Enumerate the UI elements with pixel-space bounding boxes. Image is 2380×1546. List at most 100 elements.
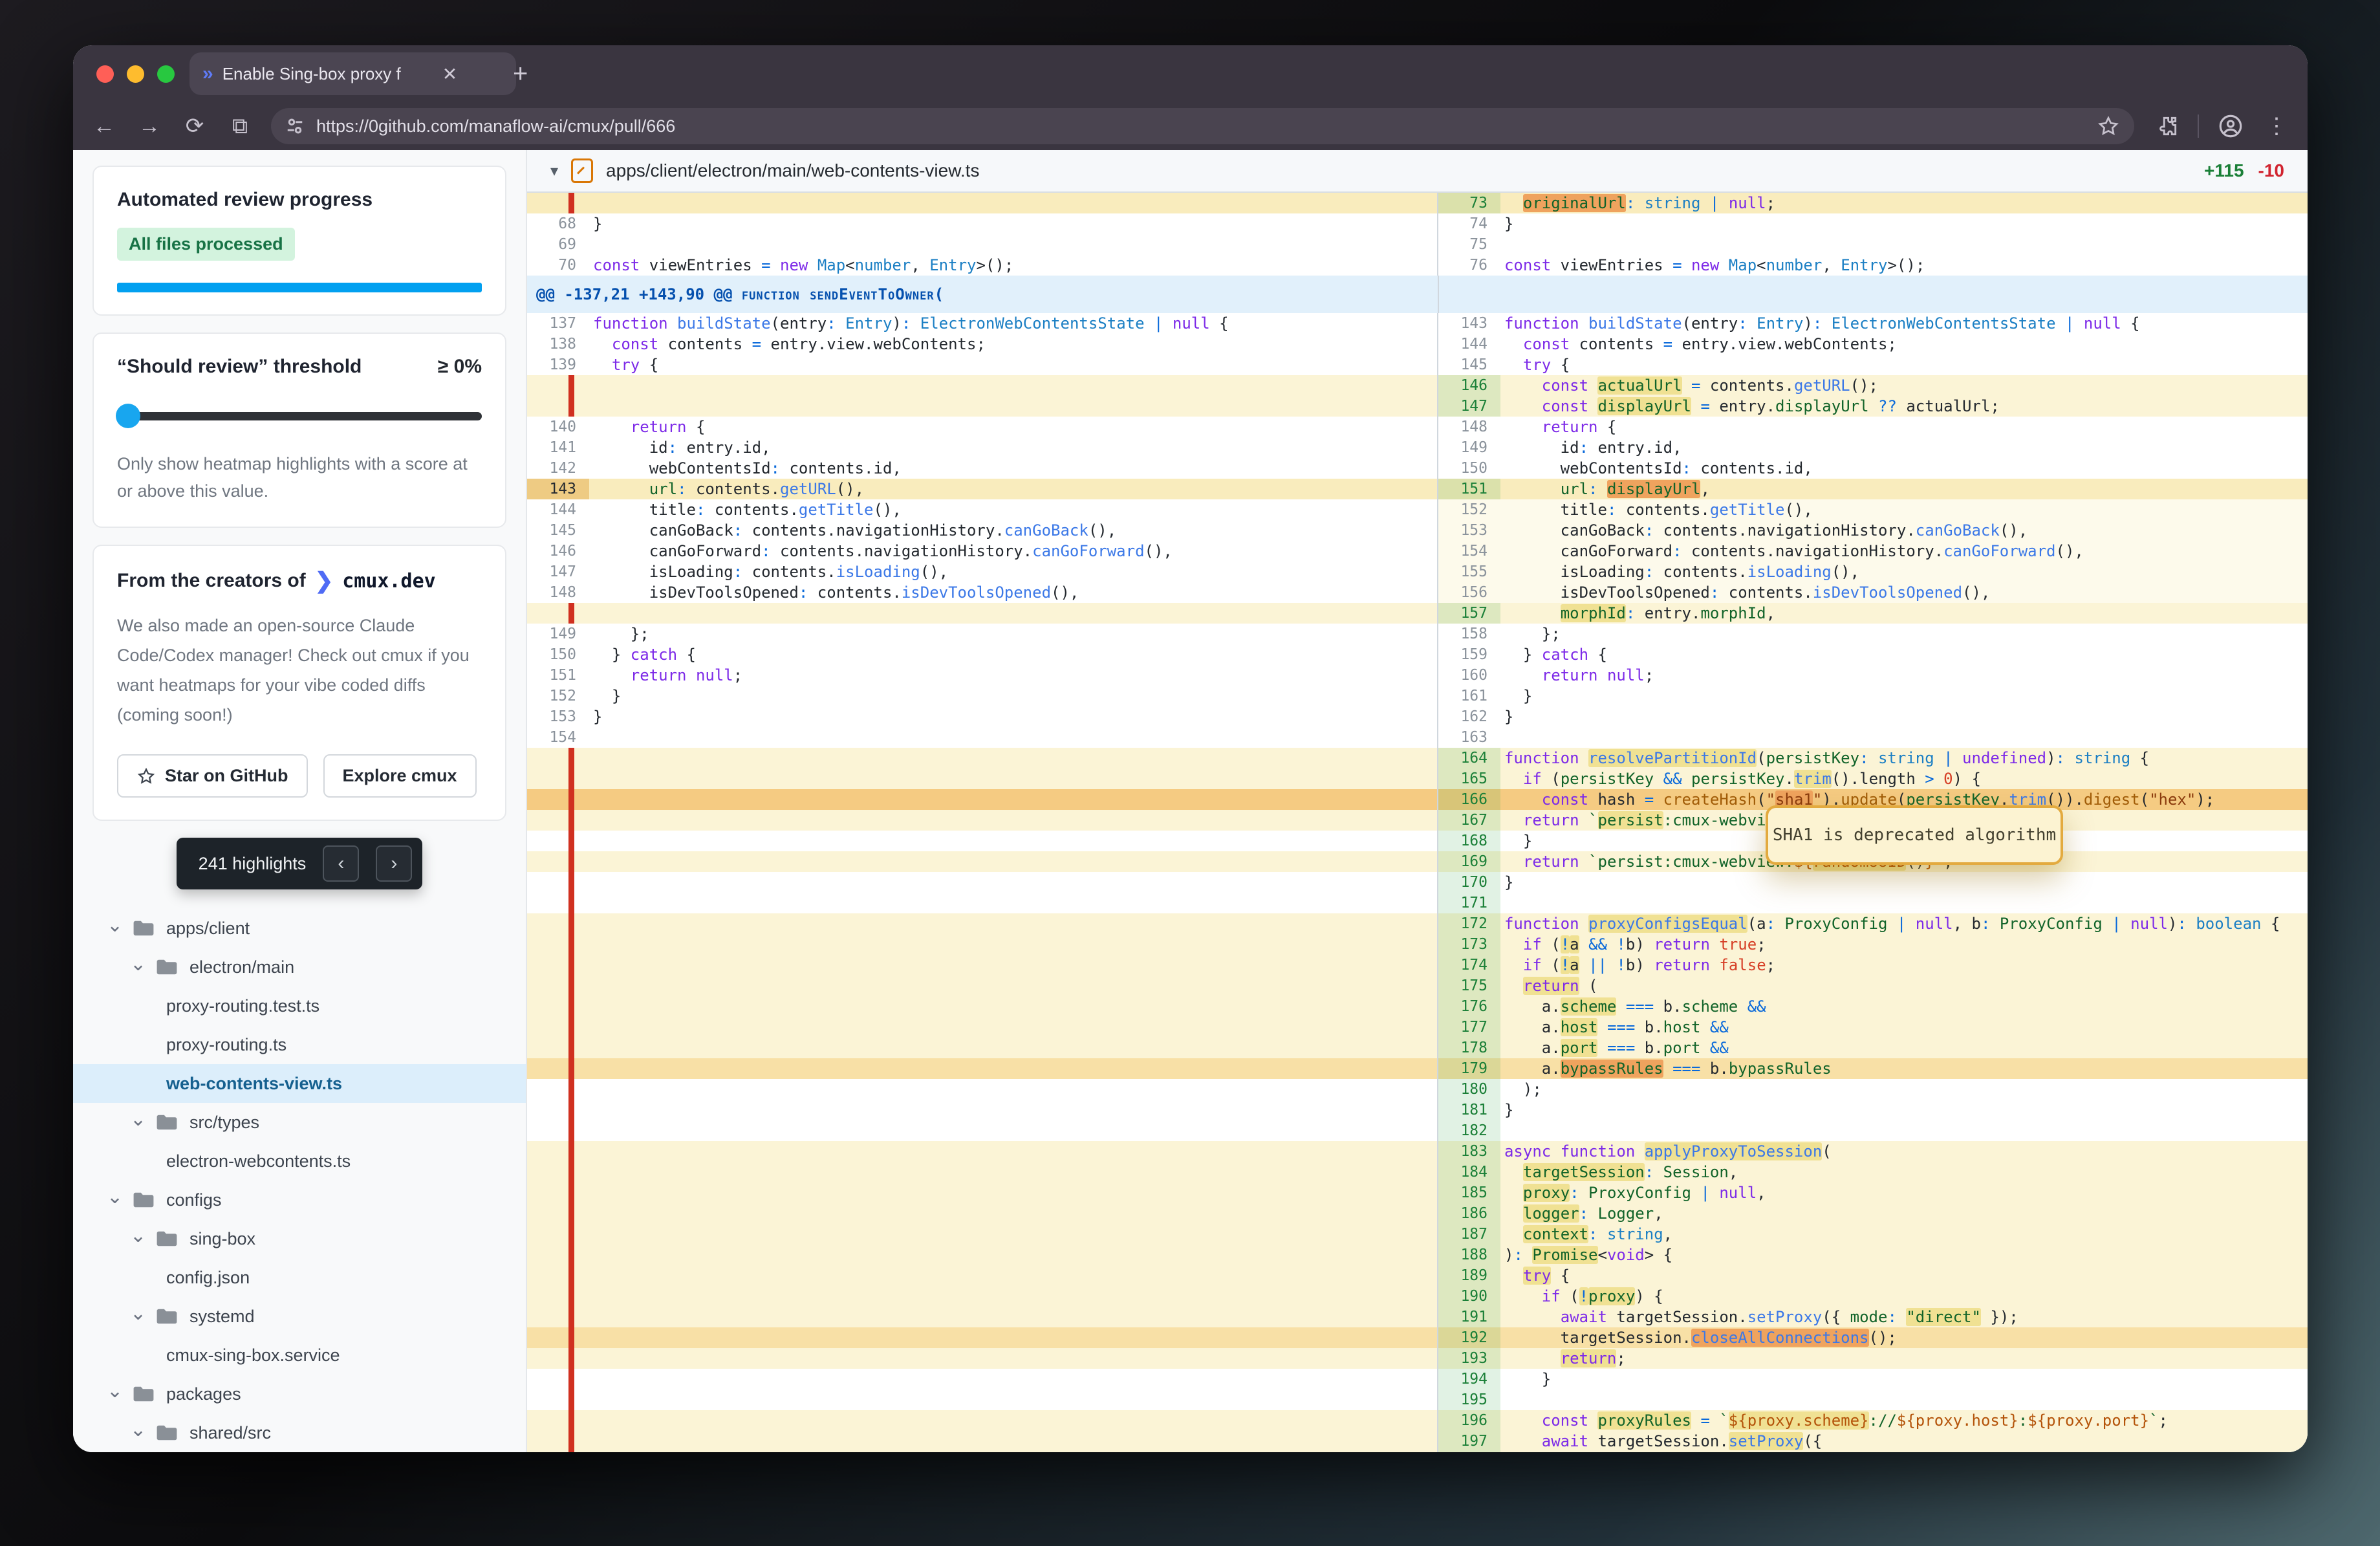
diff-row: 144 title: contents.getTitle(),152 title… [527,499,2308,520]
slider-track[interactable] [117,412,482,420]
tab-close-icon[interactable]: ✕ [442,63,457,85]
split-view-icon[interactable]: ⧉ [226,114,254,139]
slider-thumb[interactable] [116,404,140,428]
code-token: new [780,256,808,274]
chevron-down-icon[interactable]: ⌄ [130,953,146,975]
line-number: 180 [1438,1079,1500,1100]
threshold-slider[interactable] [117,404,482,428]
code-token: : [2018,1411,2028,1430]
close-window-button[interactable] [96,65,114,83]
code-token [1504,1287,1542,1305]
tree-item-web-contents-view-ts[interactable]: web-contents-view.ts [73,1064,526,1103]
deleted-region-marker [568,193,574,213]
code-token: contents. [1700,376,1794,395]
tree-item-systemd[interactable]: ⌄systemd [73,1297,526,1336]
code-token: ${proxy.port} [2028,1411,2149,1430]
diff-line-right: 159 } catch { [1437,644,2308,665]
back-icon[interactable]: ← [90,114,118,139]
tree-item-configs[interactable]: ⌄configs [73,1181,526,1219]
browser-tab[interactable]: » Enable Sing-box proxy f ✕ [189,52,516,95]
explore-cmux-button[interactable]: Explore cmux [323,754,477,798]
code-token: actualUrl [1597,376,1682,395]
code-token: return [1523,853,1579,871]
diff-row: 147 isLoading: contents.isLoading(),155 … [527,561,2308,582]
chevron-down-icon[interactable]: ⌄ [130,1302,146,1325]
code-line: const contents = entry.view.webContents; [1500,334,2308,354]
code-line: return { [589,417,1437,437]
code-token: : [1626,194,1635,212]
new-tab-button[interactable]: + [513,60,528,89]
tree-item-proxy-routing-ts[interactable]: proxy-routing.ts [73,1025,526,1064]
tree-item-label: apps/client [166,919,250,939]
code-line: return null; [1500,665,2308,686]
code-token: ! [1616,935,1625,953]
diff-body: 73 originalUrl: string | null;68}74}6975… [527,193,2308,1452]
code-line: try { [1500,1265,2308,1286]
code-token: try [612,356,640,374]
bookmark-star-icon[interactable] [2097,114,2120,138]
tree-item-cmux-sing-box-service[interactable]: cmux-sing-box.service [73,1336,526,1375]
profile-avatar-icon[interactable] [2217,113,2244,140]
code-token: < [1598,1246,1607,1264]
line-number: 169 [1438,851,1500,872]
diff-row: 170} [527,872,2308,893]
diff-line-right: 196 const proxyRules = `${proxy.scheme}:… [1437,1410,2308,1431]
diff-row: 189 try { [527,1265,2308,1286]
prev-highlight-button[interactable]: ‹ [323,845,359,882]
tree-item-src-types[interactable]: ⌄src/types [73,1103,526,1142]
address-bar[interactable]: https://0github.com/manaflow-ai/cmux/pul… [271,108,2134,144]
code-token: { [1210,314,1229,332]
code-line: const actualUrl = contents.getURL(); [1500,375,2308,396]
code-token [1691,1411,1700,1430]
code-token: ; [2159,1411,2168,1430]
tree-item-sing-box[interactable]: ⌄ sing-box [73,1219,526,1258]
code-token: : [1766,915,1775,933]
line-number: 138 [527,334,589,354]
deleted-region-marker [568,1224,574,1245]
chevron-down-icon[interactable]: ⌄ [107,1380,123,1402]
promo-brand-link[interactable]: cmux.dev [342,570,436,593]
diff-line-right: 150 webContentsId: contents.id, [1437,458,2308,479]
code-token: contents. [742,563,836,581]
deleted-region-marker [568,603,574,624]
tree-item-label: config.json [166,1268,250,1288]
collapse-chevron-icon[interactable]: ▾ [550,162,558,180]
tree-item-label: sing-box [189,1229,255,1249]
diff-line-right: 177 a.host === b.host && [1437,1017,2308,1038]
minimize-window-button[interactable] [127,65,144,83]
code-token: entry. [1635,604,1700,622]
next-highlight-button[interactable]: › [376,845,412,882]
code-token: entry.view.webContents; [761,335,986,353]
forward-icon[interactable]: → [135,114,164,139]
tree-item-shared-src[interactable]: ⌄shared/src [73,1413,526,1452]
tree-item-apps-client[interactable]: ⌄ apps/client [73,909,526,948]
tree-item-config-json[interactable]: config.json [73,1258,526,1297]
line-number: 178 [1438,1038,1500,1058]
star-on-github-button[interactable]: Star on GitHub [117,754,308,798]
code-line: id: entry.id, [589,437,1437,458]
tree-item-packages[interactable]: ⌄packages [73,1375,526,1413]
extensions-puzzle-icon[interactable] [2155,114,2180,138]
tree-item-proxy-routing-test-ts[interactable]: proxy-routing.test.ts [73,986,526,1025]
line-number: 155 [1438,561,1500,582]
code-line [1500,234,2308,255]
chevron-down-icon[interactable]: ⌄ [107,1186,123,1208]
code-token [1145,314,1154,332]
menu-kebab-icon[interactable]: ⋮ [2262,113,2291,139]
tree-item-electron-webcontents-ts[interactable]: electron-webcontents.ts [73,1142,526,1181]
chevron-down-icon[interactable]: ⌄ [130,1419,146,1441]
code-line: isLoading: contents.isLoading(), [1500,561,2308,582]
site-info-icon[interactable] [285,116,305,136]
deleted-region-marker [568,872,574,893]
code-line: } [1500,706,2308,727]
code-token: >(); [976,256,1013,274]
chevron-down-icon[interactable]: ⌄ [107,914,123,937]
tree-item-electron-main[interactable]: ⌄electron/main [73,948,526,986]
chevron-down-icon[interactable]: ⌄ [130,1225,146,1247]
diff-line-left [527,1327,1437,1348]
chevron-down-icon[interactable]: ⌄ [130,1108,146,1131]
zoom-window-button[interactable] [157,65,175,83]
deleted-region-marker [568,934,574,955]
file-header[interactable]: ▾ apps/client/electron/main/web-contents… [527,150,2308,193]
reload-icon[interactable]: ⟳ [180,113,209,139]
